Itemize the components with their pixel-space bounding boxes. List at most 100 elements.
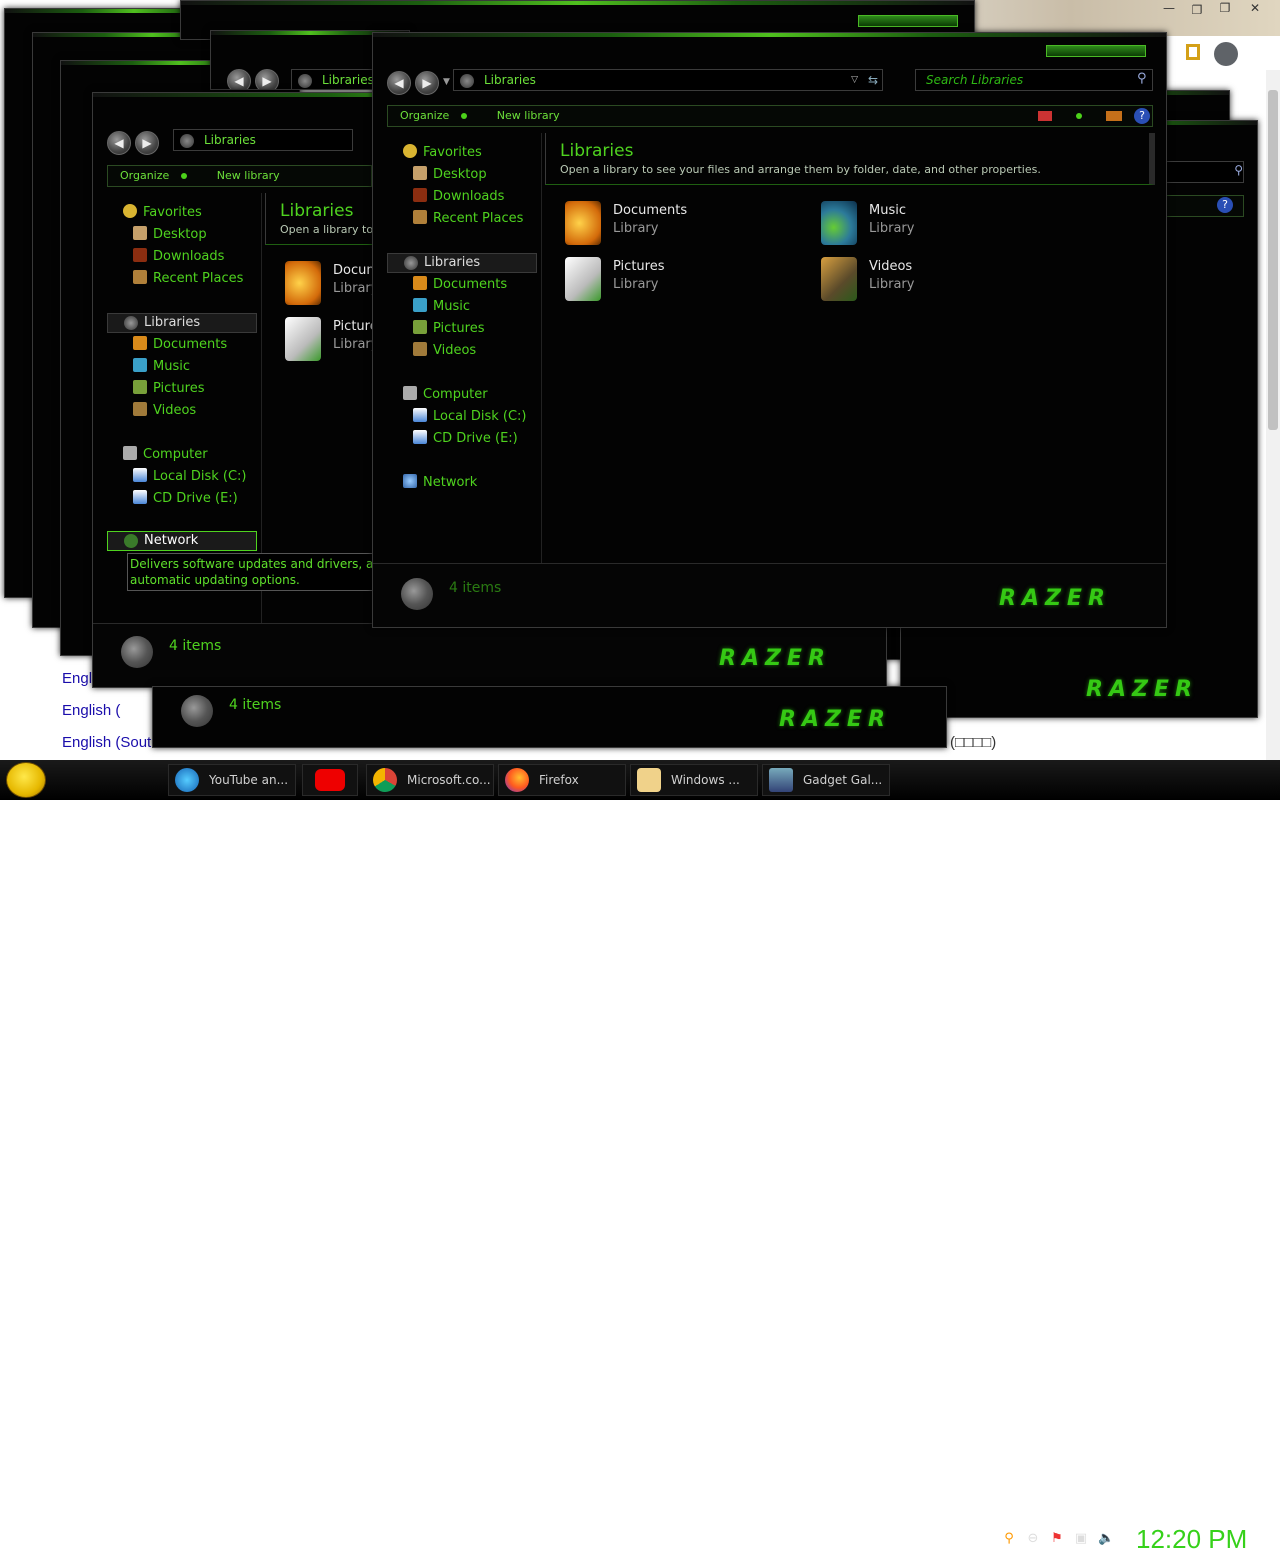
library-videos[interactable]: Videos Library (821, 253, 1021, 303)
nav-favorites[interactable]: Favorites (123, 203, 202, 223)
nav-favorites[interactable]: Favorites (403, 143, 482, 163)
explorer-window-front[interactable]: ◀ ▶ ▼ Libraries ▽ ⇆ Search Libraries ⚲ O… (372, 32, 1167, 628)
nav-pictures[interactable]: Pictures (133, 379, 204, 399)
nav-music[interactable]: Music (413, 297, 470, 317)
browser-restore2-icon[interactable]: ❐ (1212, 0, 1238, 16)
nav-libraries[interactable]: Libraries (107, 313, 257, 333)
address-bar[interactable]: Libraries (173, 129, 353, 151)
start-button[interactable] (6, 762, 46, 798)
back-button[interactable]: ◀ (107, 131, 131, 155)
taskbar-item[interactable]: Microsoft.co... (366, 764, 494, 796)
taskbar-item[interactable]: Gadget Gal... (762, 764, 890, 796)
view-options-icon[interactable] (1076, 113, 1082, 119)
back-button[interactable]: ◀ (227, 69, 251, 89)
new-library-button[interactable]: New library (497, 109, 560, 122)
background-link[interactable]: Engl (62, 670, 92, 687)
content-title: Libraries (280, 201, 354, 221)
nav-desktop[interactable]: Desktop (413, 165, 487, 185)
profile-avatar[interactable] (1214, 42, 1238, 66)
search-icon[interactable]: ⚲ (1234, 163, 1243, 177)
view-icon[interactable] (1038, 111, 1052, 121)
nav-cd-drive[interactable]: CD Drive (E:) (413, 429, 518, 449)
library-music[interactable]: Music Library (821, 197, 1021, 247)
bookmark-icon[interactable] (1186, 44, 1200, 60)
library-pictures[interactable]: Picture Library (285, 313, 385, 363)
razer-logo: RAZER (719, 646, 831, 671)
nav-downloads[interactable]: Downloads (413, 187, 504, 207)
flag-tray-icon[interactable]: ⚑ (1050, 1532, 1064, 1546)
downloads-icon (133, 248, 147, 262)
pictures-library-icon (285, 317, 321, 361)
recent-pages-icon[interactable]: ▼ (443, 77, 450, 87)
nav-recent-places[interactable]: Recent Places (133, 269, 243, 289)
nav-videos[interactable]: Videos (413, 341, 476, 361)
network-tray-icon[interactable]: ▣ (1074, 1532, 1088, 1546)
search-icon[interactable]: ⚲ (1137, 71, 1147, 86)
back-button[interactable]: ◀ (387, 71, 411, 95)
nav-cd-drive[interactable]: CD Drive (E:) (133, 489, 238, 509)
browser-minimize-icon[interactable]: — (1156, 0, 1182, 16)
item-count: 4 items (449, 580, 502, 596)
taskbar-item[interactable] (302, 764, 358, 796)
library-status-icon (181, 695, 213, 727)
new-library-button[interactable]: New library (217, 169, 280, 182)
forward-button[interactable]: ▶ (415, 71, 439, 95)
desktop: — ❐ ❐ ✕ Engl English ( English (Sout (□□… (0, 0, 1280, 1554)
nav-recent-places[interactable]: Recent Places (413, 209, 523, 229)
search-tray-icon[interactable]: ⚲ (1002, 1532, 1016, 1546)
videos-icon (133, 402, 147, 416)
pictures-icon (413, 320, 427, 334)
nav-computer[interactable]: Computer (403, 385, 488, 405)
nav-local-disk[interactable]: Local Disk (C:) (133, 467, 246, 487)
desktop-icon (133, 226, 147, 240)
clock[interactable]: 12:20 PM (1136, 1524, 1247, 1555)
nav-libraries[interactable]: Libraries (387, 253, 537, 273)
nav-documents[interactable]: Documents (413, 275, 507, 295)
nav-computer[interactable]: Computer (123, 445, 208, 465)
nav-downloads[interactable]: Downloads (133, 247, 224, 267)
library-documents[interactable]: Documents Library (565, 197, 765, 247)
help-icon[interactable]: ? (1217, 197, 1233, 213)
nav-network[interactable]: Network (107, 531, 257, 551)
documents-library-icon (565, 201, 601, 245)
forward-button[interactable]: ▶ (135, 131, 159, 155)
nav-music[interactable]: Music (133, 357, 190, 377)
chat-tray-icon[interactable]: ⊖ (1026, 1532, 1040, 1546)
taskbar-item[interactable]: Firefox (498, 764, 626, 796)
toolbar: Organize New library ? (387, 105, 1153, 127)
background-text: (□□□□) (950, 734, 997, 751)
browser-restore-icon[interactable]: ❐ (1184, 2, 1210, 18)
documents-icon (133, 336, 147, 350)
nav-desktop[interactable]: Desktop (133, 225, 207, 245)
explorer-window-back[interactable]: 4 items RAZER (152, 686, 947, 748)
address-dropdown-icon[interactable]: ▽ (851, 70, 858, 90)
content-header: Libraries Open a library to see your fil… (545, 133, 1155, 185)
address-bar[interactable]: Libraries ▽ ⇆ (453, 69, 883, 91)
recent-places-icon (133, 270, 147, 284)
nav-documents[interactable]: Documents (133, 335, 227, 355)
browser-close-icon[interactable]: ✕ (1242, 0, 1268, 16)
nav-network[interactable]: Network (403, 473, 477, 493)
taskbar: YouTube an... Microsoft.co... Firefox Wi… (0, 760, 1280, 1554)
nav-local-disk[interactable]: Local Disk (C:) (413, 407, 526, 427)
help-icon[interactable]: ? (1134, 108, 1150, 124)
search-input[interactable]: Search Libraries (915, 69, 1153, 91)
organize-button[interactable]: Organize (120, 169, 169, 182)
item-count: 4 items (229, 697, 282, 713)
preview-pane-icon[interactable] (1106, 111, 1122, 121)
nav-videos[interactable]: Videos (133, 401, 196, 421)
refresh-icon[interactable]: ⇆ (868, 70, 878, 90)
taskbar-item[interactable]: YouTube an... (168, 764, 296, 796)
volume-tray-icon[interactable]: 🔈 (1098, 1532, 1114, 1546)
page-scroll-thumb[interactable] (1268, 90, 1278, 430)
background-link[interactable]: English ( (62, 702, 120, 719)
nav-pictures[interactable]: Pictures (413, 319, 484, 339)
library-documents[interactable]: Docum Library (285, 257, 385, 307)
organize-button[interactable]: Organize (400, 109, 449, 122)
window-controls[interactable] (1046, 45, 1146, 57)
background-link[interactable]: English (Sout (62, 734, 151, 751)
taskbar-item[interactable]: Windows ... (630, 764, 758, 796)
forward-button[interactable]: ▶ (255, 69, 279, 89)
firefox-icon (505, 768, 529, 792)
library-pictures[interactable]: Pictures Library (565, 253, 765, 303)
